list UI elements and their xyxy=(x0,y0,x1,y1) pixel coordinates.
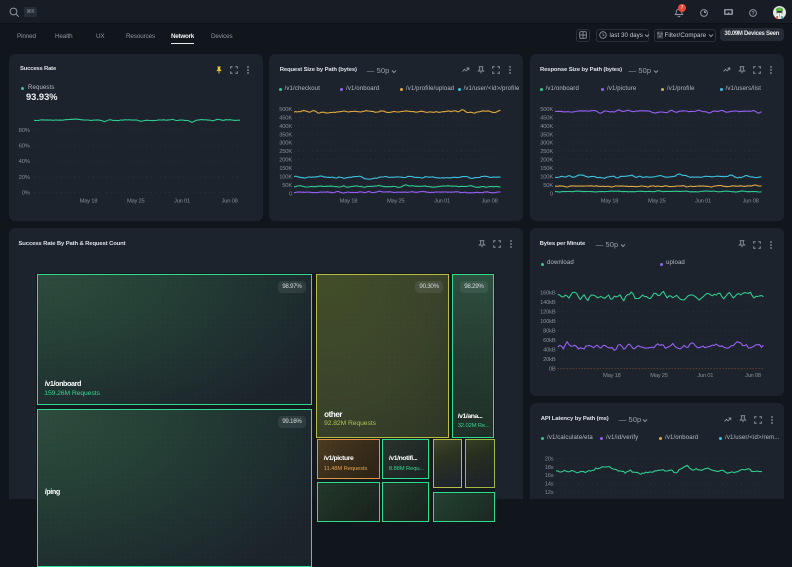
svg-text:500K: 500K xyxy=(279,107,292,113)
svg-text:20s: 20s xyxy=(545,456,554,462)
svg-text:May 25: May 25 xyxy=(650,373,668,379)
svg-text:120kB: 120kB xyxy=(540,309,556,315)
svg-text:Jun 01: Jun 01 xyxy=(434,199,450,205)
svg-text:40kB: 40kB xyxy=(543,348,556,354)
svg-text:350K: 350K xyxy=(279,132,292,138)
svg-text:100K: 100K xyxy=(540,174,553,180)
svg-text:40%: 40% xyxy=(19,159,30,165)
svg-text:400K: 400K xyxy=(279,124,292,130)
svg-text:0: 0 xyxy=(550,191,553,197)
svg-text:Jun 08: Jun 08 xyxy=(745,373,761,379)
svg-text:0: 0 xyxy=(289,191,292,197)
svg-text:200K: 200K xyxy=(540,158,553,164)
svg-text:May 25: May 25 xyxy=(127,199,145,205)
svg-text:Jun 01: Jun 01 xyxy=(695,199,711,205)
svg-text:160kB: 160kB xyxy=(540,290,556,296)
svg-text:500K: 500K xyxy=(540,107,553,113)
svg-text:200K: 200K xyxy=(279,158,292,164)
svg-text:150K: 150K xyxy=(279,166,292,172)
svg-text:16s: 16s xyxy=(545,473,554,479)
svg-text:60%: 60% xyxy=(19,144,30,150)
svg-text:18s: 18s xyxy=(545,465,554,471)
svg-text:100K: 100K xyxy=(279,174,292,180)
svg-text:100kB: 100kB xyxy=(540,319,556,325)
svg-text:Jun 08: Jun 08 xyxy=(222,199,238,205)
svg-text:80%: 80% xyxy=(19,128,30,134)
svg-text:250K: 250K xyxy=(279,149,292,155)
svg-text:300K: 300K xyxy=(279,141,292,147)
svg-text:May 25: May 25 xyxy=(387,199,405,205)
svg-text:May 18: May 18 xyxy=(601,199,619,205)
svg-text:May 18: May 18 xyxy=(340,199,358,205)
svg-text:14s: 14s xyxy=(545,482,554,488)
svg-text:50K: 50K xyxy=(282,183,292,189)
svg-text:250K: 250K xyxy=(540,149,553,155)
svg-text:?: ? xyxy=(751,11,754,17)
svg-text:12s: 12s xyxy=(545,490,554,496)
svg-text:0B: 0B xyxy=(549,367,556,373)
svg-text:450K: 450K xyxy=(540,115,553,121)
svg-text:Jun 01: Jun 01 xyxy=(697,373,713,379)
svg-text:300K: 300K xyxy=(540,141,553,147)
svg-text:60kB: 60kB xyxy=(543,338,556,344)
svg-text:20%: 20% xyxy=(19,175,30,181)
svg-text:Jun 01: Jun 01 xyxy=(174,199,190,205)
svg-text:20kB: 20kB xyxy=(543,357,556,363)
svg-text:May 18: May 18 xyxy=(603,373,621,379)
svg-text:May 25: May 25 xyxy=(648,199,666,205)
svg-text:140kB: 140kB xyxy=(540,300,556,306)
svg-text:450K: 450K xyxy=(279,115,292,121)
svg-text:0%: 0% xyxy=(22,191,30,197)
svg-text:50K: 50K xyxy=(543,183,553,189)
svg-text:Jun 08: Jun 08 xyxy=(743,199,759,205)
svg-text:400K: 400K xyxy=(540,124,553,130)
svg-text:80kB: 80kB xyxy=(543,329,556,335)
svg-text:May 18: May 18 xyxy=(80,199,98,205)
svg-text:150K: 150K xyxy=(540,166,553,172)
svg-text:350K: 350K xyxy=(540,132,553,138)
svg-text:Jun 08: Jun 08 xyxy=(482,199,498,205)
